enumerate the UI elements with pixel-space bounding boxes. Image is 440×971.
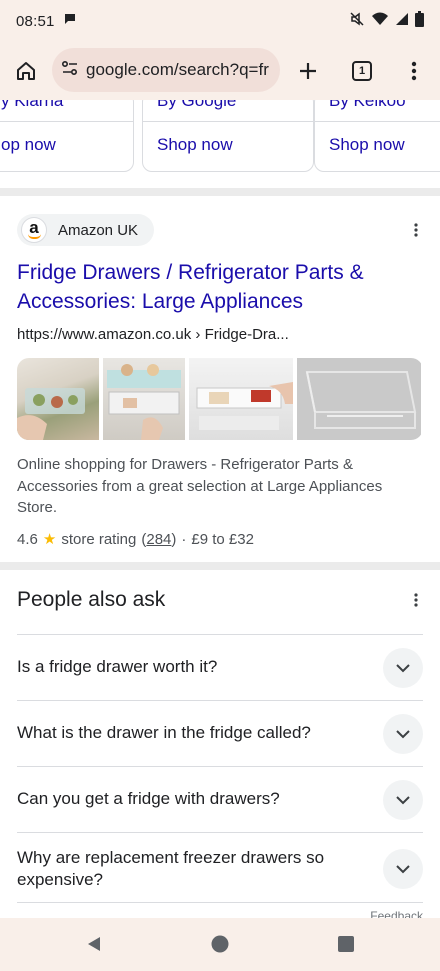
status-bar: 08:51 bbox=[0, 0, 440, 42]
section-separator bbox=[0, 188, 440, 196]
result-url: https://www.amazon.co.uk › Fridge-Dra... bbox=[17, 326, 289, 343]
seller-card-google[interactable]: By Google Shop now bbox=[142, 100, 314, 172]
tab-switcher-button[interactable]: 1 bbox=[340, 49, 384, 93]
paa-question-text: Can you get a fridge with drawers? bbox=[17, 789, 280, 808]
back-button[interactable] bbox=[82, 932, 106, 956]
more-vert-icon bbox=[411, 61, 417, 81]
paa-options-button[interactable] bbox=[404, 588, 428, 612]
thumbnail-4[interactable] bbox=[297, 358, 421, 440]
recents-button[interactable] bbox=[334, 932, 358, 956]
seller-card-klarna[interactable]: y Klarna op now bbox=[0, 100, 134, 172]
shop-now-link[interactable]: Shop now bbox=[329, 135, 405, 155]
home-nav-button[interactable] bbox=[208, 932, 232, 956]
paa-question[interactable]: Why are replacement freezer drawers so e… bbox=[17, 832, 423, 902]
thumbnail-3[interactable] bbox=[189, 358, 293, 440]
status-time: 08:51 bbox=[16, 12, 55, 30]
chevron-down-icon[interactable] bbox=[383, 648, 423, 688]
new-tab-button[interactable] bbox=[286, 49, 330, 93]
plus-icon bbox=[300, 63, 316, 79]
result-options-button[interactable] bbox=[404, 218, 428, 242]
system-nav-bar bbox=[0, 918, 440, 971]
back-icon bbox=[88, 937, 100, 951]
divider bbox=[315, 121, 440, 122]
paa-question[interactable]: What is the drawer in the fridge called? bbox=[17, 700, 423, 766]
paa-question-text: What is the drawer in the fridge called? bbox=[17, 723, 311, 742]
site-settings-icon[interactable] bbox=[60, 58, 80, 83]
home-button[interactable] bbox=[4, 49, 48, 93]
paa-question[interactable]: Can you get a fridge with drawers? bbox=[17, 766, 423, 832]
divider bbox=[0, 121, 133, 122]
thumbnail-2[interactable] bbox=[103, 358, 185, 440]
source-name: Amazon UK bbox=[58, 221, 139, 239]
mute-icon bbox=[349, 11, 365, 32]
seller-carousel: y Klarna op now By Google Shop now By Ke… bbox=[0, 100, 440, 172]
paa-heading: People also ask bbox=[17, 588, 166, 611]
seller-card-kelkoo[interactable]: By Kelkoo Shop now bbox=[314, 100, 440, 172]
paa-question[interactable]: Is a fridge drawer worth it? bbox=[17, 634, 423, 700]
tab-count: 1 bbox=[352, 61, 372, 81]
browser-toolbar: google.com/search?q=fr 1 bbox=[0, 42, 440, 100]
star-icon: ★ bbox=[42, 531, 57, 548]
chevron-down-icon[interactable] bbox=[383, 780, 423, 820]
result-snippet: Online shopping for Drawers - Refrigerat… bbox=[17, 456, 383, 516]
signal-icon bbox=[395, 12, 409, 31]
more-vert-icon bbox=[414, 223, 418, 237]
url-text: google.com/search?q=fr bbox=[86, 60, 269, 79]
home-circle-icon bbox=[211, 935, 229, 953]
seller-name: By Kelkoo bbox=[329, 100, 406, 110]
section-separator bbox=[0, 562, 440, 570]
review-count-link[interactable]: 284 bbox=[146, 531, 171, 548]
paa-question-text: Is a fridge drawer worth it? bbox=[17, 657, 218, 676]
seller-name: y Klarna bbox=[1, 100, 64, 110]
result-thumbnails bbox=[17, 358, 423, 440]
chevron-down-icon[interactable] bbox=[383, 849, 423, 889]
rating-label: store rating bbox=[61, 530, 137, 548]
message-icon bbox=[63, 12, 77, 31]
address-bar[interactable]: google.com/search?q=fr bbox=[52, 48, 280, 92]
browser-menu-button[interactable] bbox=[392, 49, 436, 93]
paa-question-text: Why are replacement freezer drawers so e… bbox=[17, 848, 325, 889]
rating-value: 4.6 bbox=[17, 530, 38, 548]
wifi-icon bbox=[371, 11, 389, 32]
source-chip[interactable]: a Amazon UK bbox=[17, 214, 155, 246]
divider bbox=[17, 902, 423, 903]
search-results: y Klarna op now By Google Shop now By Ke… bbox=[0, 100, 440, 918]
divider bbox=[143, 121, 313, 122]
more-vert-icon bbox=[414, 593, 418, 607]
price-range: £9 to £32 bbox=[191, 530, 254, 548]
chevron-down-icon[interactable] bbox=[383, 714, 423, 754]
amazon-logo: a bbox=[21, 217, 47, 243]
shop-now-link[interactable]: op now bbox=[1, 135, 56, 155]
feedback-link[interactable]: Feedback bbox=[370, 909, 423, 918]
thumbnail-1[interactable] bbox=[17, 358, 99, 440]
seller-name: By Google bbox=[157, 100, 237, 110]
store-rating: 4.6 ★ store rating (284) · £9 to £32 bbox=[17, 530, 254, 549]
shop-now-link[interactable]: Shop now bbox=[157, 135, 233, 155]
home-icon bbox=[17, 62, 35, 80]
recents-icon bbox=[338, 936, 354, 952]
battery-icon bbox=[415, 10, 424, 32]
result-title-link[interactable]: Fridge Drawers / Refrigerator Parts & Ac… bbox=[17, 258, 412, 316]
